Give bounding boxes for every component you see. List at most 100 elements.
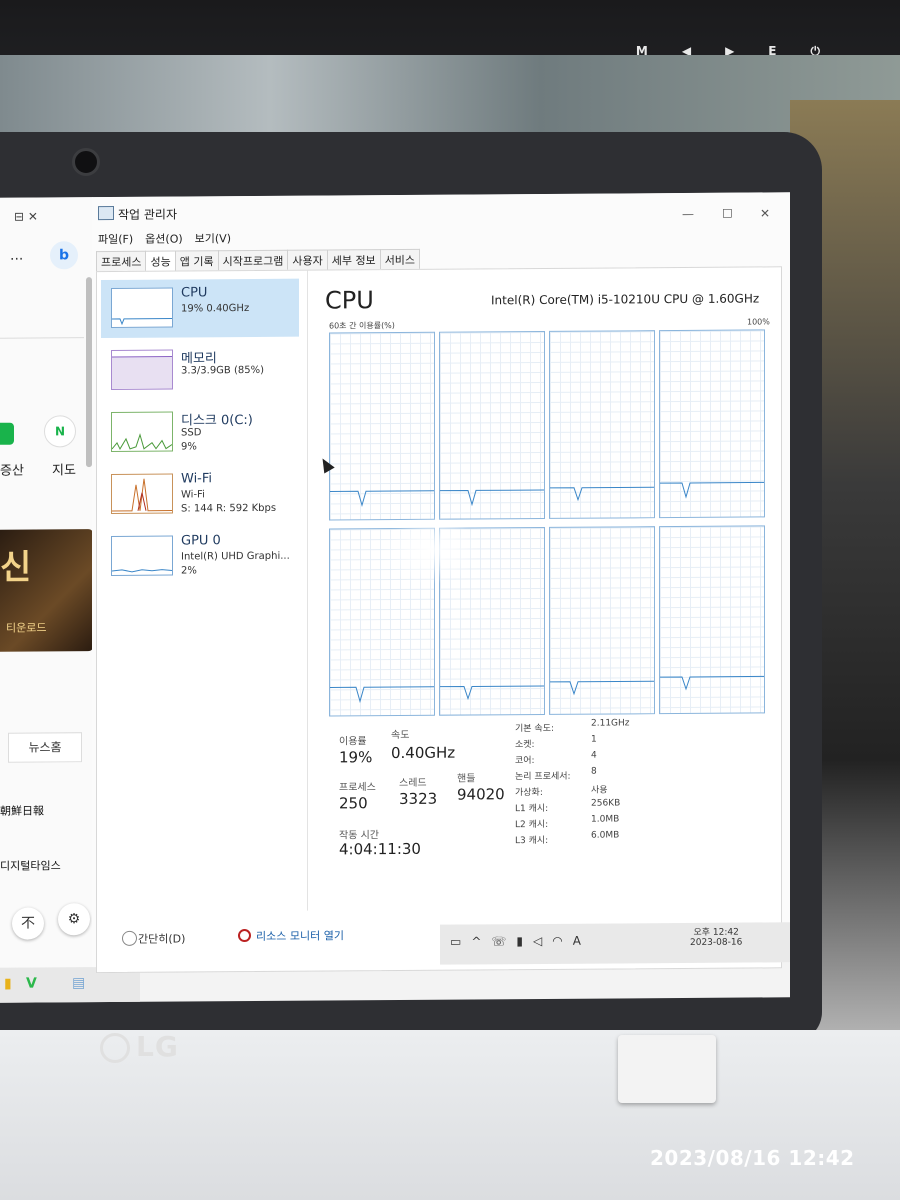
cpu-model: Intel(R) Core(TM) i5-10210U CPU @ 1.60GH…: [491, 291, 760, 308]
news-home-button[interactable]: 뉴스홈: [8, 732, 82, 763]
tab-users[interactable]: 사용자: [287, 249, 328, 270]
core-graph-0: [329, 331, 435, 521]
sidebar-item-wifi[interactable]: Wi-Fi Wi-Fi S: 144 R: 592 Kbps: [101, 465, 299, 524]
wifi-icon[interactable]: ◠: [552, 934, 562, 948]
core-graph-3: [659, 329, 765, 519]
clock-date: 2023-08-16: [690, 937, 743, 948]
settings-gear-icon[interactable]: ⚙: [58, 903, 90, 936]
maximize-button[interactable]: ☐: [722, 207, 733, 221]
core-graph-2: [549, 330, 655, 519]
taskbar-v3-icon[interactable]: V: [26, 975, 46, 993]
handles-label: 핸들: [457, 773, 476, 785]
sidebar-item-name: 디스크 0(C:): [181, 412, 253, 429]
sidebar-item-name: GPU 0: [181, 533, 221, 549]
sidebar-item-memory[interactable]: 메모리 3.3/3.9GB (85%): [101, 341, 299, 400]
sidebar-item-sub: 3.3/3.9GB (85%): [181, 364, 264, 377]
ad-banner[interactable]: 신 티운로드: [0, 529, 94, 652]
close-button[interactable]: ✕: [760, 206, 770, 220]
sidebar-item-name: 메모리: [181, 351, 217, 367]
core-graph-1: [439, 330, 545, 520]
spec-key: 기본 속도:: [515, 723, 555, 735]
core-graph-6: [549, 526, 655, 715]
sidebar-item-gpu[interactable]: GPU 0 Intel(R) UHD Graphi... 2%: [101, 527, 299, 586]
map-icon[interactable]: N: [44, 415, 76, 448]
taskbar-clock[interactable]: 오후 12:42 2023-08-16: [690, 925, 742, 948]
photo-timestamp: 2023/08/16 12:42: [650, 1146, 855, 1170]
tray-chevron-icon[interactable]: ^: [471, 934, 481, 948]
spec-key: 논리 프로세서:: [515, 771, 571, 783]
pane-splitter[interactable]: [307, 270, 308, 911]
usage-value: 19%: [339, 748, 373, 767]
wifi-thumbnail: [111, 473, 173, 514]
menu-options[interactable]: 옵션(O): [145, 230, 182, 246]
menu-file[interactable]: 파일(F): [98, 231, 133, 247]
minimize-button[interactable]: —: [682, 207, 694, 221]
keyboard-icon[interactable]: ▭: [450, 935, 461, 949]
processes-label: 프로세스: [339, 782, 376, 794]
bing-icon[interactable]: b: [50, 241, 78, 270]
spec-value: 1.0MB: [591, 814, 620, 825]
taskbar-taskmanager-icon[interactable]: ▤: [72, 975, 92, 993]
news-item[interactable]: 朝鮮日報: [0, 802, 44, 818]
window-title: 작업 관리자: [118, 207, 178, 222]
sidebar-item-cpu[interactable]: CPU 19% 0.40GHz: [101, 278, 299, 339]
menu-bar: 파일(F) 옵션(O) 보기(V): [98, 230, 231, 247]
spec-key: L3 캐시:: [515, 835, 549, 847]
detail-title: CPU: [325, 286, 374, 315]
sidebar-item-name: Wi-Fi: [181, 471, 213, 487]
usage-label: 이용률: [339, 736, 367, 748]
cpu-detail-panel: CPU Intel(R) Core(TM) i5-10210U CPU @ 1.…: [317, 277, 777, 930]
gpu-thumbnail: [111, 535, 173, 576]
tab-details[interactable]: 세부 정보: [326, 249, 381, 270]
banner-sub: 티운로드: [6, 621, 47, 635]
resource-monitor-icon: [238, 929, 251, 943]
ime-icon[interactable]: A: [573, 934, 581, 948]
tab-app-history[interactable]: 앱 기록: [174, 250, 219, 271]
volume-icon[interactable]: ◁: [533, 934, 542, 948]
speed-value: 0.40GHz: [391, 743, 456, 763]
tab-services[interactable]: 서비스: [379, 248, 421, 270]
tab-startup[interactable]: 시작프로그램: [217, 249, 289, 271]
processes-value: 250: [339, 794, 368, 813]
title-bar[interactable]: 작업 관리자 — ☐ ✕: [92, 192, 790, 227]
shortcut-label-map: 지도: [52, 463, 76, 479]
graph-label: 60초 간 이용률(%): [329, 321, 395, 331]
spec-value: 2.11GHz: [591, 718, 630, 729]
memory-thumbnail: [111, 349, 173, 390]
shortcut-icon-1[interactable]: [0, 422, 14, 445]
sidebar-item-sub: Intel(R) UHD Graphi...: [181, 550, 290, 563]
sidebar-item-sub: 19% 0.40GHz: [181, 303, 250, 315]
spec-value: 1: [591, 734, 597, 745]
sidebar-item-disk[interactable]: 디스크 0(C:) SSD 9%: [101, 403, 299, 462]
resource-monitor-link[interactable]: 리소스 모니터 열기: [256, 927, 344, 944]
tab-processes[interactable]: 프로세스: [96, 250, 147, 272]
battery-icon[interactable]: ▮: [516, 934, 523, 948]
core-graph-7: [659, 525, 765, 715]
task-manager-icon: [98, 205, 114, 221]
threads-label: 스레드: [399, 777, 427, 789]
scroll-top-button[interactable]: 不: [12, 907, 44, 940]
spec-value: 6.0MB: [591, 830, 620, 841]
spec-value: 8: [591, 766, 597, 777]
browser-window-controls[interactable]: ⊟ ✕: [14, 209, 38, 223]
system-tray: ▭ ^ ☏ ▮ ◁ ◠ A: [450, 934, 581, 949]
spec-key: L1 캐시:: [515, 803, 549, 815]
news-item[interactable]: 디지털타임스: [0, 857, 61, 873]
sidebar-item-name: CPU: [181, 285, 208, 301]
handles-value: 94020: [457, 785, 505, 804]
menu-view[interactable]: 보기(V): [195, 230, 231, 246]
divider: [0, 337, 84, 339]
spec-key: 가상화:: [515, 787, 543, 799]
spec-value: 사용: [591, 785, 608, 796]
taskbar-app-icon[interactable]: ▮: [4, 976, 24, 994]
uptime-label: 작동 시간: [339, 830, 379, 842]
more-menu-icon[interactable]: ...: [10, 248, 23, 264]
shortcut-label-1: 증산: [0, 463, 24, 479]
brand-logo: LG: [100, 1030, 179, 1063]
fewer-details-button[interactable]: 간단히(D): [138, 930, 185, 946]
threads-value: 3323: [399, 789, 438, 808]
sidebar-item-sub: SSD: [181, 427, 202, 439]
tab-performance[interactable]: 성능: [145, 250, 176, 272]
screen-glare: [380, 514, 480, 586]
network-icon[interactable]: ☏: [491, 934, 506, 948]
